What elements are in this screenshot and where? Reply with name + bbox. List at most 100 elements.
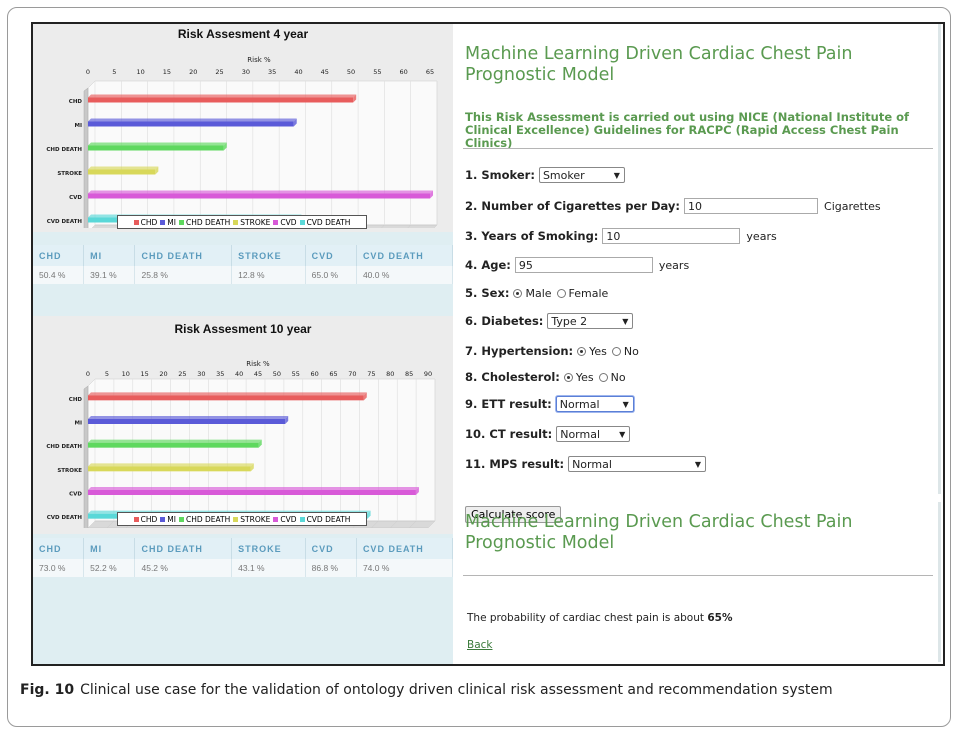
mps-label: 11. MPS result: (465, 457, 565, 471)
table-header: CHD DEATH (134, 538, 233, 559)
tick-label: 15 (141, 370, 149, 378)
category-label: CHD DEATH (46, 147, 82, 153)
ct-select[interactable]: Normal ▼ (556, 426, 631, 442)
table-header: CHD (33, 538, 85, 559)
table-cell: 40.0 % (356, 266, 454, 284)
table-header: MI (83, 538, 136, 559)
chart-legend: CHD MI CHD DEATH STROKE CVD CVD DEATH (117, 215, 367, 229)
radio-empty-icon (598, 372, 608, 382)
ett-select[interactable]: Normal ▼ (555, 396, 634, 412)
tick-label: 35 (216, 370, 224, 378)
tick-label: 90 (424, 370, 432, 378)
tick-label: 30 (242, 68, 250, 76)
category-label: STROKE (57, 171, 82, 177)
cigarettes-row: 2. Number of Cigarettes per Day: 10 Ciga… (465, 198, 881, 214)
bar (88, 466, 251, 472)
legend-item-cvd: CVD (273, 515, 297, 524)
table-header: CHD (33, 245, 85, 266)
radio-selected-icon (563, 372, 573, 382)
bar-chart: Risk %0 5 10 15 20 25 30 35 40 45 50 55 60 65CHDMICHD… (46, 56, 438, 228)
ett-label: 9. ETT result: (465, 397, 552, 411)
tick-label: 80 (386, 370, 394, 378)
result-label: The probability of cardiac chest pain is… (467, 612, 708, 624)
cigarettes-label: 2. Number of Cigarettes per Day: (465, 199, 681, 213)
plot-background (87, 378, 436, 528)
risk-table-4-year: CHD MI CHD DEATH STROKE CVD CVD DEATH 50… (33, 245, 454, 284)
tick-label: 5 (105, 370, 109, 378)
sex-male-radio[interactable]: Male (513, 287, 552, 300)
panel-edge (938, 24, 941, 494)
tick-label: 20 (159, 370, 167, 378)
bar-top (88, 439, 262, 443)
panel-edge (938, 502, 941, 662)
caption-label: Fig. 10 (20, 682, 75, 698)
bar (88, 442, 259, 448)
category-label: CVD DEATH (47, 219, 83, 225)
legend-item-cvd: CVD (273, 218, 297, 227)
tick-label: 0 (86, 370, 90, 378)
plot-side-wall (83, 87, 89, 228)
bar-top (88, 487, 419, 490)
hypertension-label: 7. Hypertension: (465, 344, 574, 358)
cholesterol-yes-radio[interactable]: Yes (563, 371, 594, 384)
bar (88, 193, 430, 199)
back-link[interactable]: Back (467, 639, 493, 651)
tick-label: 45 (254, 370, 262, 378)
mps-select[interactable]: Normal ▼ (568, 456, 707, 472)
bar-top (88, 166, 159, 170)
tick-label: 75 (367, 370, 375, 378)
sex-row: 5. Sex: Male Female (465, 286, 613, 300)
years-input[interactable]: 10 (602, 228, 741, 244)
smoker-row: 1. Smoker: Smoker ▼ (465, 167, 625, 183)
radio-empty-icon (611, 346, 621, 356)
category-label: CVD DEATH (47, 515, 83, 521)
chart-title: Risk Assesment 4 year (177, 27, 309, 41)
page-title: Machine Learning Driven Cardiac Chest Pa… (465, 44, 853, 85)
legend-item-cvd-death: CVD DEATH (299, 218, 350, 227)
diabetes-select[interactable]: Type 2 ▼ (547, 313, 634, 329)
age-label: 4. Age: (465, 258, 511, 272)
ct-label: 10. CT result: (465, 427, 553, 441)
table-header: MI (83, 245, 136, 266)
table-cell: 25.8 % (134, 266, 233, 284)
chart-legend: CHD MI CHD DEATH STROKE CVD CVD DEATH (117, 512, 367, 526)
tick-label: 40 (294, 68, 302, 76)
years-row: 3. Years of Smoking: 10 years (465, 228, 777, 244)
bar (88, 145, 224, 151)
caption-text: Clinical use case for the validation of … (80, 682, 833, 698)
table-header: CVD DEATH (356, 245, 454, 266)
table-cell: 65.0 % (305, 266, 357, 284)
ct-row: 10. CT result: Normal ▼ (465, 426, 631, 442)
bar-chart: Risk % 0 5 10 15 20 25 30 35 40 45 50 55 60 65 70 75 80 85… (46, 360, 436, 528)
chevron-down-icon: ▼ (622, 399, 629, 409)
table-header: CHD DEATH (134, 245, 233, 266)
bar (88, 490, 416, 495)
tick-label: 10 (122, 370, 130, 378)
hypertension-yes-radio[interactable]: Yes (577, 345, 607, 358)
bar-top (88, 416, 289, 419)
bar (88, 395, 364, 401)
cholesterol-no-radio[interactable]: No (598, 371, 626, 384)
bar-top (88, 142, 227, 146)
tick-label: 0 (86, 68, 90, 76)
tick-label: 50 (347, 68, 355, 76)
chevron-down-icon: ▼ (622, 316, 629, 326)
age-row: 4. Age: 95 years (465, 257, 689, 273)
tick-label: 55 (373, 68, 381, 76)
smoker-select[interactable]: Smoker ▼ (538, 167, 625, 183)
table-cell: 12.8 % (231, 266, 306, 284)
diabetes-row: 6. Diabetes: Type 2 ▼ (465, 313, 634, 329)
sex-female-radio[interactable]: Female (556, 287, 608, 300)
bar (88, 121, 294, 127)
table-header: STROKE (231, 245, 306, 266)
hypertension-no-radio[interactable]: No (611, 345, 639, 358)
cigarettes-input[interactable]: 10 (684, 198, 819, 214)
chart-title: Risk Assesment 10 year (174, 322, 312, 336)
table-header: CVD DEATH (356, 538, 454, 559)
form-panel: Machine Learning Driven Cardiac Chest Pa… (461, 24, 943, 664)
ett-row: 9. ETT result: Normal ▼ (465, 396, 634, 412)
tick-label: 65 (329, 370, 337, 378)
category-label: MI (74, 123, 82, 129)
age-input[interactable]: 95 (514, 257, 653, 273)
table-cell: 73.0 % (33, 559, 85, 577)
